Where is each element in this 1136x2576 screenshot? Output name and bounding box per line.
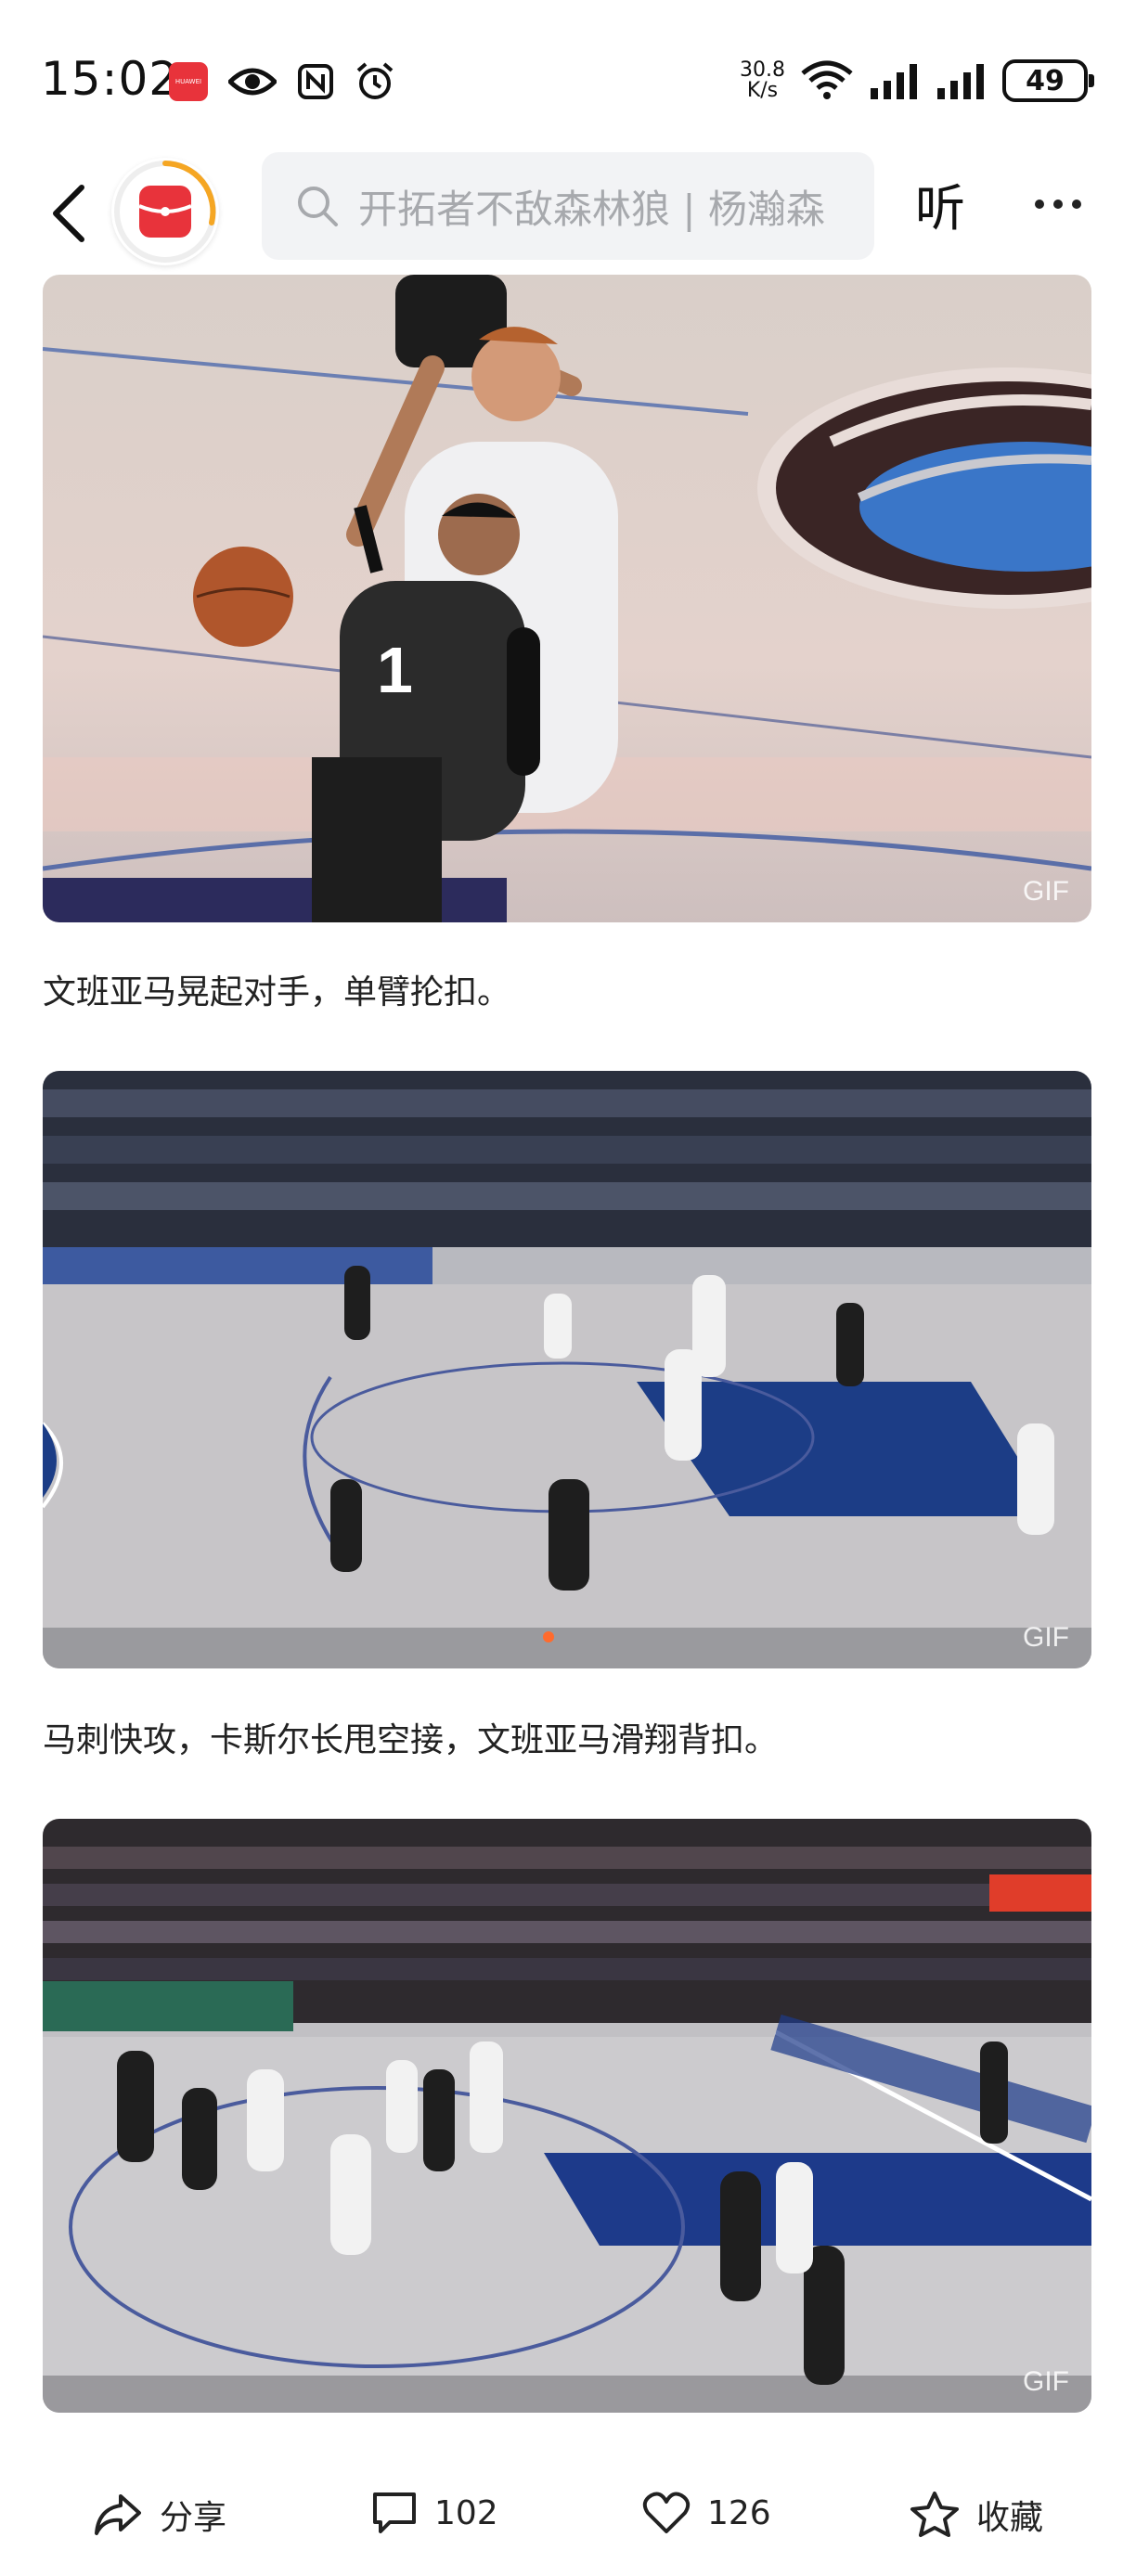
caption-2: 马刺快攻，卡斯尔长甩空接，文班亚马滑翔背扣。	[43, 1721, 779, 1759]
battery-level: 49	[1026, 64, 1065, 97]
status-time: 15:02	[41, 52, 180, 106]
heart-icon	[642, 2492, 691, 2533]
search-icon	[298, 187, 338, 226]
gif-scene-1: 1	[43, 275, 1091, 922]
search-input[interactable]: 开拓者不敌森林狼 | 杨瀚森	[262, 152, 874, 260]
alarm-icon	[356, 62, 394, 99]
gif-image-2[interactable]: GIF	[43, 1071, 1091, 1668]
gif-image-3[interactable]: GIF	[43, 1819, 1091, 2413]
listen-button[interactable]: 听	[915, 167, 965, 240]
more-options-button[interactable]	[1021, 176, 1095, 232]
signal-icon	[937, 64, 984, 99]
net-speed-value: 30.8	[740, 58, 785, 82]
share-icon	[95, 2494, 141, 2535]
eye-icon	[228, 68, 277, 96]
like-count: 126	[707, 2493, 771, 2532]
battery-icon: 49	[1002, 59, 1094, 102]
gif-badge: GIF	[1023, 2366, 1069, 2397]
favorite-label: 收藏	[976, 2499, 1044, 2537]
signal-icon	[871, 64, 917, 99]
like-button[interactable]: 126	[642, 2491, 771, 2535]
more-dot-icon	[1072, 200, 1081, 209]
gif-scene-2	[43, 1071, 1091, 1668]
status-bar: 15:02 HUAWEI 30.8 K/s 49	[0, 0, 1136, 148]
comment-icon	[373, 2492, 416, 2533]
app-logo-button[interactable]	[111, 158, 219, 265]
nfc-icon	[298, 64, 333, 99]
favorite-button[interactable]: 收藏	[910, 2491, 1043, 2539]
status-left-icons: HUAWEI	[169, 61, 395, 102]
huawei-badge-text: HUAWEI	[174, 78, 202, 85]
huawei-app-icon: HUAWEI	[169, 62, 208, 101]
wifi-icon	[801, 60, 853, 99]
bottom-action-bar: 分享 102 126 收藏	[0, 2455, 1136, 2576]
search-placeholder: 开拓者不敌森林狼 | 杨瀚森	[358, 186, 825, 232]
gif-badge: GIF	[1023, 876, 1069, 907]
more-dot-icon	[1053, 200, 1063, 209]
gif-scene-3	[43, 1819, 1091, 2413]
share-button[interactable]: 分享	[93, 2491, 226, 2539]
back-button[interactable]	[41, 176, 97, 251]
svg-text:1: 1	[377, 634, 413, 706]
net-speed-unit: K/s	[746, 79, 779, 102]
status-right-icons: 30.8 K/s 49	[740, 59, 1094, 102]
star-icon	[910, 2492, 959, 2537]
comment-count: 102	[434, 2493, 498, 2532]
app-logo-icon	[114, 161, 216, 263]
share-label: 分享	[160, 2499, 227, 2537]
more-dot-icon	[1035, 200, 1044, 209]
net-speed: 30.8 K/s	[740, 60, 785, 101]
caption-1: 文班亚马晃起对手，单臂抡扣。	[43, 973, 511, 1011]
gif-image-1[interactable]: 1 GIF	[43, 275, 1091, 922]
gif-badge: GIF	[1023, 1622, 1069, 1653]
chevron-left-icon	[53, 185, 84, 242]
top-nav: 开拓者不敌森林狼 | 杨瀚森 听	[0, 148, 1136, 273]
comment-button[interactable]: 102	[371, 2491, 498, 2535]
